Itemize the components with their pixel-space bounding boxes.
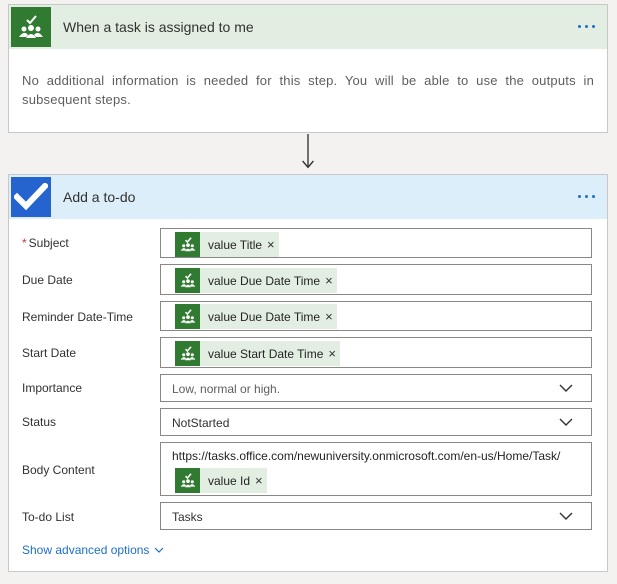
token-label: value Start Date Time xyxy=(208,346,324,361)
status-value: NotStarted xyxy=(172,416,230,430)
chevron-down-icon[interactable] xyxy=(559,418,573,426)
chevron-down-icon[interactable] xyxy=(559,384,573,392)
dynamic-token[interactable]: value Due Date Time × xyxy=(175,268,337,293)
chevron-down-icon[interactable] xyxy=(559,512,573,520)
trigger-title: When a task is assigned to me xyxy=(63,19,254,35)
trigger-info-text: No additional information is needed for … xyxy=(22,73,594,107)
dynamic-token[interactable]: value Start Date Time × xyxy=(175,341,340,366)
subject-field[interactable]: value Title × xyxy=(160,228,592,258)
token-label: value Id xyxy=(208,473,251,488)
start-date-field[interactable]: value Start Date Time × xyxy=(160,337,592,368)
planner-icon xyxy=(175,232,200,257)
action-card: Add a to-do * Subject value Title × Due D… xyxy=(8,174,608,572)
remove-token-icon[interactable]: × xyxy=(325,310,333,323)
planner-icon xyxy=(11,7,51,47)
token-label: value Title xyxy=(208,237,263,252)
status-dropdown[interactable]: NotStarted xyxy=(160,408,592,436)
more-options-icon[interactable] xyxy=(575,19,597,33)
advanced-link-label: Show advanced options xyxy=(22,543,150,557)
token-label: value Due Date Time xyxy=(208,309,321,324)
remove-token-icon[interactable]: × xyxy=(255,474,263,487)
dynamic-token[interactable]: value Id × xyxy=(175,468,267,493)
dynamic-token[interactable]: value Title × xyxy=(175,232,279,257)
body-content-field[interactable]: https://tasks.office.com/newuniversity.o… xyxy=(160,442,592,496)
more-options-icon[interactable] xyxy=(575,189,597,203)
required-marker: * xyxy=(22,236,27,250)
action-header[interactable]: Add a to-do xyxy=(9,175,607,219)
body-content-label: Body Content xyxy=(22,463,95,477)
reminder-label: Reminder Date-Time xyxy=(22,310,133,324)
dynamic-token[interactable]: value Due Date Time × xyxy=(175,304,337,329)
remove-token-icon[interactable]: × xyxy=(325,274,333,287)
token-label: value Due Date Time xyxy=(208,273,321,288)
remove-token-icon[interactable]: × xyxy=(267,238,275,251)
planner-icon xyxy=(175,341,200,366)
due-date-label: Due Date xyxy=(22,273,73,287)
trigger-header[interactable]: When a task is assigned to me xyxy=(9,5,607,49)
todo-check-icon xyxy=(11,177,51,217)
flow-arrow-icon xyxy=(302,134,314,169)
subject-label-text: Subject xyxy=(28,236,69,250)
todo-list-dropdown[interactable]: Tasks xyxy=(160,502,592,530)
start-date-label: Start Date xyxy=(22,346,77,360)
status-label: Status xyxy=(22,415,57,429)
planner-icon xyxy=(175,268,200,293)
remove-token-icon[interactable]: × xyxy=(328,347,336,360)
importance-placeholder: Low, normal or high. xyxy=(172,382,281,396)
todo-list-value: Tasks xyxy=(172,510,203,524)
todo-list-label: To-do List xyxy=(22,510,75,524)
reminder-field[interactable]: value Due Date Time × xyxy=(160,301,592,331)
importance-dropdown[interactable]: Low, normal or high. xyxy=(160,374,592,402)
subject-label: * Subject xyxy=(22,236,69,250)
chevron-down-icon xyxy=(155,547,164,553)
show-advanced-options-link[interactable]: Show advanced options xyxy=(22,543,164,557)
planner-icon xyxy=(175,304,200,329)
body-content-text: https://tasks.office.com/newuniversity.o… xyxy=(172,449,561,463)
planner-icon xyxy=(175,468,200,493)
trigger-card: When a task is assigned to me No additio… xyxy=(8,4,608,133)
action-title: Add a to-do xyxy=(63,189,136,205)
importance-label: Importance xyxy=(22,381,83,395)
due-date-field[interactable]: value Due Date Time × xyxy=(160,264,592,295)
